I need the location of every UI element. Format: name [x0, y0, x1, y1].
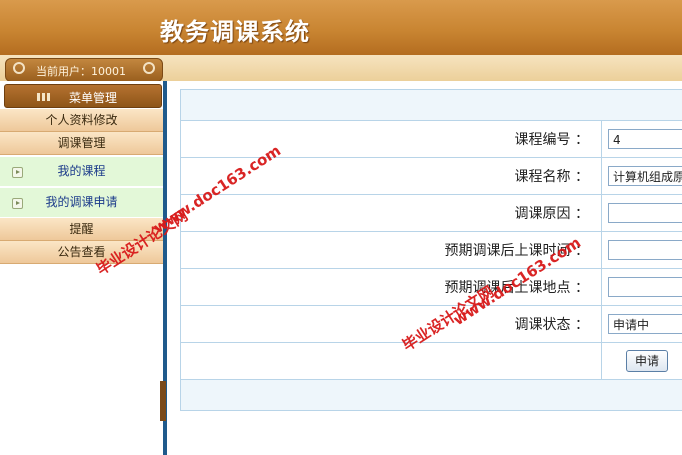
- menu-header[interactable]: 菜单管理: [4, 84, 162, 108]
- sidebar-item-my-courses[interactable]: 我的课程: [0, 157, 163, 186]
- reason-input[interactable]: [608, 203, 682, 223]
- frame-divider[interactable]: [160, 81, 167, 455]
- form-row-expected-location: 预期调课后上课地点 ：: [180, 268, 682, 306]
- adjust-request-form: 课程编号 ： 4 课程名称 ： 计算机组成原 调课原因 ： 预期调课后上课时间 …: [180, 89, 682, 411]
- ring-icon: [13, 62, 25, 74]
- expected-time-input[interactable]: [608, 240, 682, 260]
- menu-header-label: 菜单管理: [69, 91, 118, 105]
- submit-button[interactable]: 申请: [626, 350, 669, 372]
- sidebar-item-course-adjust-management[interactable]: 调课管理: [0, 132, 163, 155]
- ring-icon: [143, 62, 155, 74]
- menu-grid-icon: [37, 93, 51, 101]
- app-header: 教务调课系统: [0, 0, 682, 55]
- form-row-reason: 调课原因 ：: [180, 194, 682, 232]
- form-row-actions: 申请: [180, 342, 682, 380]
- main-content: 课程编号 ： 4 课程名称 ： 计算机组成原 调课原因 ： 预期调课后上课时间 …: [180, 89, 682, 455]
- status-input[interactable]: 申请中: [608, 314, 682, 334]
- sidebar-item-label: 我的课程: [57, 164, 106, 178]
- app-title: 教务调课系统: [160, 18, 310, 46]
- course-name-input[interactable]: 计算机组成原: [608, 166, 682, 186]
- collapse-handle[interactable]: [160, 381, 166, 421]
- sidebar-item-label: 调课管理: [57, 136, 106, 150]
- current-user-label: 当前用户：10001: [36, 65, 126, 78]
- sidebar-item-label: 个人资料修改: [45, 113, 118, 127]
- reason-label: 调课原因 ：: [180, 194, 602, 232]
- form-row-expected-time: 预期调课后上课时间 ：: [180, 231, 682, 269]
- form-header-row: [180, 89, 682, 121]
- sidebar: 菜单管理 个人资料修改 调课管理 我的课程 我的调课申请 提醒 公告查看: [0, 81, 163, 455]
- sidebar-item-my-adjust-requests[interactable]: 我的调课申请: [0, 188, 163, 217]
- course-id-label: 课程编号 ：: [180, 120, 602, 158]
- user-badge: 当前用户：10001: [5, 58, 163, 82]
- sidebar-item-label: 提醒: [69, 222, 94, 236]
- form-footer-row: [180, 379, 682, 411]
- status-label: 调课状态 ：: [180, 305, 602, 343]
- course-id-input[interactable]: 4: [608, 129, 682, 149]
- sidebar-item-profile-edit[interactable]: 个人资料修改: [0, 109, 163, 132]
- expected-location-input[interactable]: [608, 277, 682, 297]
- sidebar-item-label: 我的调课申请: [45, 195, 118, 209]
- user-bar: 当前用户：10001: [0, 55, 682, 82]
